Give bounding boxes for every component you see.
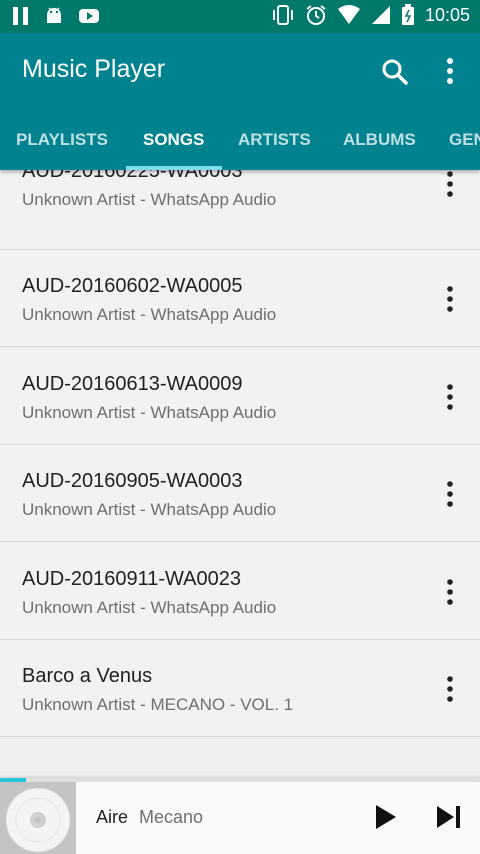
tab-bar: PLAYLISTS SONGS ARTISTS ALBUMS GEN xyxy=(0,121,480,170)
tab-artists[interactable]: ARTISTS xyxy=(238,121,311,170)
clock: 10:05 xyxy=(424,4,470,25)
youtube-icon xyxy=(79,9,99,23)
play-icon[interactable] xyxy=(372,802,400,832)
more-vert-icon[interactable] xyxy=(440,284,460,314)
list-item[interactable]: AUD-20160905-WA0003 Unknown Artist - Wha… xyxy=(0,445,480,542)
list-item[interactable]: AUD-20160613-WA0009 Unknown Artist - Wha… xyxy=(0,348,480,445)
pause-icon xyxy=(13,7,28,25)
list-item[interactable]: AUD-20160911-WA0023 Unknown Artist - Wha… xyxy=(0,543,480,640)
tab-genres[interactable]: GEN xyxy=(449,121,480,170)
android-icon xyxy=(47,7,61,23)
list-item[interactable]: AUD-20160225-WA0003 Unknown Artist - Wha… xyxy=(0,170,480,250)
more-vert-icon[interactable] xyxy=(440,577,460,607)
song-title: AUD-20160905-WA0003 xyxy=(22,470,243,492)
more-vert-icon[interactable] xyxy=(440,674,460,704)
song-subtitle: Unknown Artist - WhatsApp Audio xyxy=(22,403,277,422)
search-icon[interactable] xyxy=(378,55,412,89)
song-title: AUD-20160602-WA0005 xyxy=(22,275,243,297)
song-subtitle: Unknown Artist - WhatsApp Audio xyxy=(22,500,277,519)
album-art xyxy=(0,778,76,854)
song-subtitle: Unknown Artist - MECANO - VOL. 1 xyxy=(22,695,294,714)
app-title: Music Player xyxy=(22,55,166,83)
cd-icon xyxy=(0,778,76,854)
signal-icon xyxy=(371,6,390,24)
now-playing-bar[interactable]: Aire Mecano xyxy=(0,778,480,854)
more-vert-icon[interactable] xyxy=(440,55,460,89)
now-playing-artist: Mecano xyxy=(139,807,204,827)
app-bar: Music Player PLAYLISTS SONGS ARTISTS ALB… xyxy=(0,33,480,170)
now-playing-title: Aire xyxy=(96,807,129,827)
wifi-icon xyxy=(337,5,360,24)
battery-icon xyxy=(401,4,414,25)
status-bar: 10:05 xyxy=(0,0,480,33)
song-title: Barco a Venus xyxy=(22,665,153,687)
list-item[interactable]: AUD-20160602-WA0005 Unknown Artist - Wha… xyxy=(0,250,480,347)
song-list[interactable]: AUD-20160225-WA0003 Unknown Artist - Wha… xyxy=(0,170,480,778)
song-subtitle: Unknown Artist - WhatsApp Audio xyxy=(22,598,277,617)
song-subtitle: Unknown Artist - WhatsApp Audio xyxy=(22,190,277,209)
more-vert-icon[interactable] xyxy=(440,479,460,509)
song-title: AUD-20160613-WA0009 xyxy=(22,373,243,395)
more-vert-icon[interactable] xyxy=(440,170,460,199)
alarm-icon xyxy=(306,5,326,25)
active-tab-indicator xyxy=(126,166,222,170)
list-item[interactable]: Barco a Venus Unknown Artist - MECANO - … xyxy=(0,640,480,737)
tab-albums[interactable]: ALBUMS xyxy=(343,121,416,170)
tab-songs[interactable]: SONGS xyxy=(143,121,204,170)
progress-fill xyxy=(0,778,26,782)
skip-next-icon[interactable] xyxy=(434,802,464,832)
more-vert-icon[interactable] xyxy=(440,382,460,412)
song-subtitle: Unknown Artist - WhatsApp Audio xyxy=(22,305,277,324)
vibrate-icon xyxy=(272,5,293,25)
playback-progress[interactable] xyxy=(0,778,480,782)
tab-playlists[interactable]: PLAYLISTS xyxy=(16,121,108,170)
song-title: AUD-20160911-WA0023 xyxy=(22,568,242,590)
song-title: AUD-20160225-WA0003 xyxy=(22,170,243,182)
